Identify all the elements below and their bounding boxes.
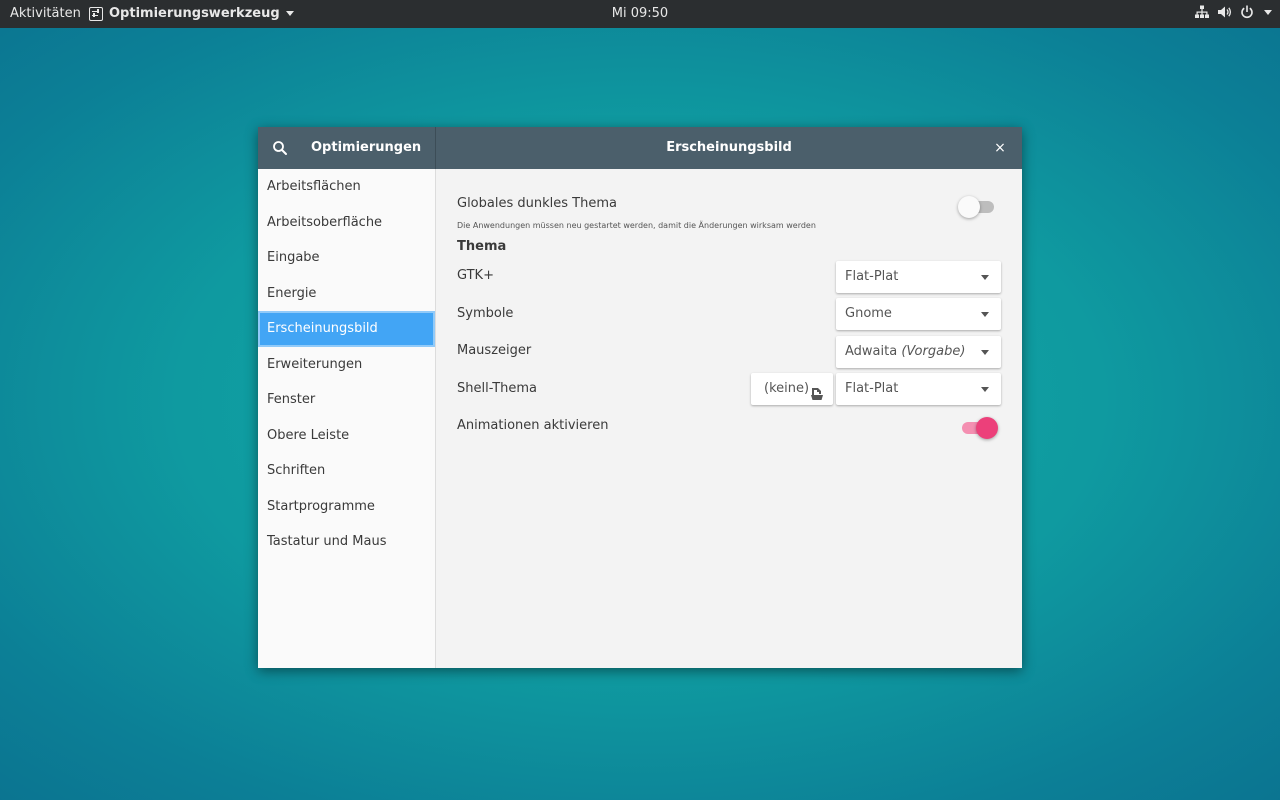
gtk-theme-combo[interactable]: Flat-Plat	[836, 261, 1001, 293]
shell-theme-label: Shell-Thema	[457, 381, 538, 396]
restart-hint: Die Anwendungen müssen neu gestartet wer…	[457, 221, 816, 230]
shell-theme-combo[interactable]: Flat-Plat	[836, 373, 1001, 405]
gtk-theme-value: Flat-Plat	[845, 269, 899, 284]
activities-button[interactable]: Aktivitäten	[10, 6, 81, 21]
power-icon[interactable]	[1240, 5, 1254, 19]
app-menu-label: Optimierungswerkzeug	[109, 6, 280, 21]
icon-theme-value: Gnome	[845, 306, 892, 321]
dark-theme-switch[interactable]	[958, 194, 998, 218]
sidebar-header: Optimierungen	[258, 127, 436, 169]
chevron-down-icon	[285, 11, 294, 16]
sidebar-item[interactable]: Schriften	[258, 453, 435, 489]
close-icon[interactable]: ×	[992, 140, 1008, 156]
shell-theme-file-button[interactable]: (keine)	[751, 373, 833, 405]
app-menu[interactable]: Optimierungswerkzeug	[89, 6, 294, 21]
chevron-down-icon	[981, 275, 989, 280]
sidebar-item[interactable]: Arbeitsoberfläche	[258, 205, 435, 241]
sidebar-item[interactable]: Fenster	[258, 382, 435, 418]
sidebar-item[interactable]: Startprogramme	[258, 489, 435, 525]
sidebar-title: Optimierungen	[311, 140, 422, 155]
search-icon[interactable]	[272, 140, 288, 156]
sidebar-item[interactable]: Arbeitsflächen	[258, 169, 435, 205]
animations-switch[interactable]	[958, 415, 998, 439]
sidebar-item[interactable]: Obere Leiste	[258, 418, 435, 454]
dark-theme-label: Globales dunkles Thema	[457, 196, 617, 211]
animations-label: Animationen aktivieren	[457, 418, 609, 433]
network-icon[interactable]	[1195, 5, 1209, 19]
sidebar-item[interactable]: Tastatur und Maus	[258, 524, 435, 560]
shell-theme-value: Flat-Plat	[845, 381, 899, 396]
chevron-down-icon	[981, 387, 989, 392]
chevron-down-icon	[981, 350, 989, 355]
appearance-panel: Globales dunkles Thema Die Anwendungen m…	[436, 169, 1022, 668]
cursor-label: Mauszeiger	[457, 343, 532, 358]
switch-knob	[958, 196, 980, 218]
icon-theme-combo[interactable]: Gnome	[836, 298, 1001, 330]
icons-label: Symbole	[457, 306, 514, 321]
cursor-theme-default-tag: (Vorgabe)	[901, 344, 966, 359]
shell-theme-file-value: (keine)	[764, 381, 810, 396]
cursor-theme-combo[interactable]: Adwaita (Vorgabe)	[836, 336, 1001, 368]
tweaks-app-icon	[89, 6, 103, 21]
volume-icon[interactable]	[1217, 5, 1232, 19]
sidebar-item[interactable]: Erweiterungen	[258, 347, 435, 383]
system-tray[interactable]	[1195, 5, 1272, 19]
document-open-icon	[810, 382, 824, 400]
tweaks-window: Optimierungen Erscheinungsbild × Arbeits…	[258, 127, 1022, 668]
top-bar: Aktivitäten Optimierungswerkzeug Mi 09:5…	[0, 0, 1280, 28]
sidebar-item[interactable]: Erscheinungsbild	[258, 311, 435, 347]
sidebar: Arbeitsflächen Arbeitsoberfläche Eingabe En…	[258, 169, 436, 668]
chevron-down-icon[interactable]	[1264, 9, 1272, 15]
chevron-down-icon	[981, 312, 989, 317]
theme-section-title: Thema	[457, 239, 507, 254]
header-bar: Optimierungen Erscheinungsbild ×	[258, 127, 1022, 169]
cursor-theme-value: Adwaita	[845, 344, 898, 359]
sidebar-item[interactable]: Eingabe	[258, 240, 435, 276]
clock[interactable]: Mi 09:50	[612, 6, 668, 21]
window-title: Erscheinungsbild	[666, 140, 792, 155]
switch-knob	[976, 417, 998, 439]
gtk-label: GTK+	[457, 268, 494, 283]
sidebar-item[interactable]: Energie	[258, 276, 435, 312]
